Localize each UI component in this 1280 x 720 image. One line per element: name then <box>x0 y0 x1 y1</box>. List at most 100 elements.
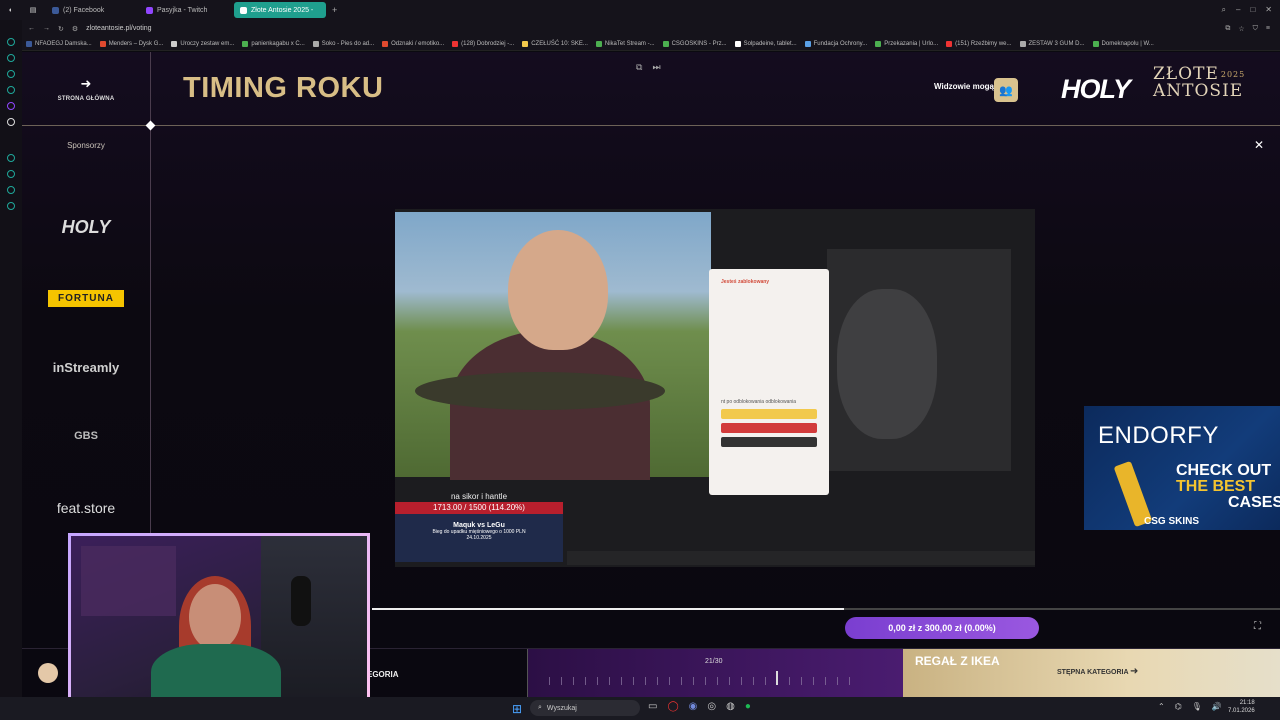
whatsapp-icon[interactable] <box>7 86 15 94</box>
site-info-icon[interactable]: ⚙ <box>72 25 78 33</box>
discord-icon[interactable]: ◉ <box>689 701 698 712</box>
sponsors-label: Sponsorzy <box>67 141 105 150</box>
viewers-button[interactable]: 👥 <box>994 78 1018 102</box>
browser-logo-icon[interactable]: ◐ <box>0 0 22 20</box>
avatar[interactable] <box>38 663 58 683</box>
bookmark-item[interactable]: NikaTet Stream -... <box>595 40 655 47</box>
maximize-button[interactable]: □ <box>1250 5 1255 15</box>
clock-icon[interactable] <box>7 170 15 178</box>
bookmark-item[interactable]: panienkagabu x C... <box>242 40 305 47</box>
bookmark-item[interactable]: CSGOSKINS - Prz... <box>662 40 727 47</box>
viewers-label: Widzowie mogą <box>934 82 994 91</box>
chat-icon[interactable]: ◍ <box>726 701 735 712</box>
video-player[interactable]: Jesteś zablokowany nt po odblokowania od… <box>395 209 1035 567</box>
endorfy-ad[interactable]: ENDORFY CHECK OUT THE BEST CASES CSG SKI… <box>1084 406 1280 530</box>
bookmark-item[interactable]: Domeknapolu | W... <box>1092 40 1154 47</box>
bookmark-favicon-icon <box>99 40 106 47</box>
bookmark-item[interactable]: Odznaki / emotiko... <box>382 40 444 47</box>
new-tab-button[interactable]: + <box>332 5 337 15</box>
bookmark-favicon-icon <box>312 40 319 47</box>
bookmark-item[interactable]: Przekazania | Urlo... <box>875 40 938 47</box>
donation-progress-pill: 0,00 zł z 300,00 zł (0.00%) <box>845 617 1039 639</box>
eye-icon[interactable] <box>7 38 15 46</box>
bookmark-star-icon[interactable]: ☆ <box>1238 25 1244 33</box>
skip-icon[interactable]: ⏭ <box>652 62 660 73</box>
spotify-icon[interactable]: ● <box>745 701 751 712</box>
twitch-icon[interactable] <box>7 102 15 110</box>
bookmark-item[interactable]: NFAOEGJ Damska... <box>26 40 92 47</box>
page-title: TIMING ROKU <box>183 72 384 104</box>
stream-goal-title: na sikor i hantle <box>450 492 508 501</box>
mic-icon[interactable]: 🎙 <box>1192 702 1202 711</box>
taskbar-search[interactable]: ⌕ Wyszukaj <box>530 700 640 716</box>
bookmark-favicon-icon <box>1092 40 1099 47</box>
bookmark-item[interactable]: Fundacja Ochrony... <box>804 40 867 47</box>
bookmark-favicon-icon <box>875 40 882 47</box>
arrow-right-icon[interactable]: ➜ <box>1130 666 1138 677</box>
bookmark-item[interactable]: (151) Rzeźbimy we... <box>946 40 1012 47</box>
minimize-button[interactable]: – <box>1236 5 1240 15</box>
drop-icon[interactable] <box>7 54 15 62</box>
taskbar-clock[interactable]: 21:18 7.01.2026 <box>1228 699 1255 715</box>
windows-taskbar: ⊞ ⌕ Wyszukaj ▭ ◯ ◉ ◎ ◍ ● ⌃ ⌬ 🎙 🔊 21:18 7.… <box>0 697 1280 720</box>
streamer-webcam <box>68 533 370 705</box>
sponsor-instreamly[interactable]: inStreamly <box>22 360 150 375</box>
x-icon[interactable] <box>7 118 15 126</box>
tab-list-icon[interactable]: ▤ <box>22 0 44 20</box>
bookmark-favicon-icon <box>522 40 529 47</box>
sponsor-feat-store[interactable]: feat.store <box>22 500 150 516</box>
tab-zlote-antosie[interactable]: Złote Antosie 2025 - <box>234 2 326 18</box>
tray-arrow-icon[interactable]: ⌃ <box>1158 702 1165 711</box>
bookmark-item[interactable]: Uroczy zestaw em... <box>171 40 234 47</box>
url-field[interactable]: zloteantosie.pl/voting <box>86 25 151 32</box>
shield-icon[interactable]: ⛉ <box>1253 25 1258 33</box>
timeline-marker <box>776 671 778 685</box>
csgoskins-logo: CSG SKINS <box>1144 516 1200 527</box>
windows-start-icon[interactable]: ⊞ <box>512 702 522 716</box>
bookmark-favicon-icon <box>171 40 178 47</box>
back-icon[interactable]: ← <box>28 25 35 32</box>
bookmark-item[interactable]: Solpadeine, tablet... <box>734 40 797 47</box>
search-icon[interactable]: ⌕ <box>1222 5 1226 15</box>
sponsor-gbs[interactable]: GBS <box>22 430 150 442</box>
play-icon[interactable] <box>7 154 15 162</box>
extensions-icon[interactable]: ⧉ <box>1225 25 1230 33</box>
shield-icon[interactable] <box>7 70 15 78</box>
ad-brand: ENDORFY <box>1098 422 1219 449</box>
opera-icon[interactable]: ◯ <box>667 701 678 712</box>
bookmark-item[interactable]: (128) Dobrodziej -... <box>452 40 514 47</box>
forward-icon[interactable]: → <box>43 25 50 32</box>
settings-icon[interactable] <box>7 202 15 210</box>
sponsor-fortuna[interactable]: FORTUNA <box>22 288 150 307</box>
bookmark-item[interactable]: Soko - Pies do ad... <box>312 40 374 47</box>
home-button[interactable]: ➜ STRONA GŁÓWNA <box>22 52 150 126</box>
close-icon[interactable]: ✕ <box>1254 138 1264 152</box>
microphone-icon <box>291 576 311 626</box>
bookmark-item[interactable]: CZEŁUŚĆ 10: SKE... <box>522 40 588 47</box>
next-category-button[interactable]: STĘPNA KATEGORIA <box>1057 669 1129 676</box>
file-explorer-icon[interactable]: ▭ <box>648 701 657 712</box>
audio-icon <box>240 6 247 14</box>
bookmark-favicon-icon <box>595 40 602 47</box>
obs-icon[interactable]: ◎ <box>707 701 716 712</box>
bookmark-item[interactable]: Menders – Dysk G... <box>99 40 163 47</box>
volume-icon[interactable]: 🔊 <box>1212 702 1222 711</box>
fullscreen-icon[interactable]: ⛶ <box>1254 621 1261 632</box>
address-bar: ← → ↻ ⚙ zloteantosie.pl/voting ⧉ ☆ ⛉ ≡ <box>22 20 1280 37</box>
bookmark-item[interactable]: ZESTAW 3 GUM D... <box>1019 40 1085 47</box>
bookmark-favicon-icon <box>946 40 953 47</box>
category-label: EGORIA <box>367 670 399 679</box>
promo-banner: Maquk vs LeGu Bieg do upadku mięśniowego… <box>395 514 563 562</box>
tab-twitch[interactable]: Pasyjka - Twitch <box>140 2 232 18</box>
video-progress-bar[interactable] <box>372 608 1280 610</box>
menu-icon[interactable]: ≡ <box>1266 25 1270 33</box>
tab-facebook[interactable]: (2) Facebook <box>46 2 138 18</box>
close-window-button[interactable]: ✕ <box>1265 5 1272 15</box>
network-icon[interactable]: ⌬ <box>1175 702 1182 711</box>
reload-icon[interactable]: ↻ <box>58 25 64 33</box>
pip-icon[interactable]: ⧉ <box>636 62 642 73</box>
video-photo <box>395 212 711 480</box>
bookmark-favicon-icon <box>242 40 249 47</box>
puzzle-icon[interactable] <box>7 186 15 194</box>
sponsor-holy[interactable]: HOLY <box>22 217 150 238</box>
